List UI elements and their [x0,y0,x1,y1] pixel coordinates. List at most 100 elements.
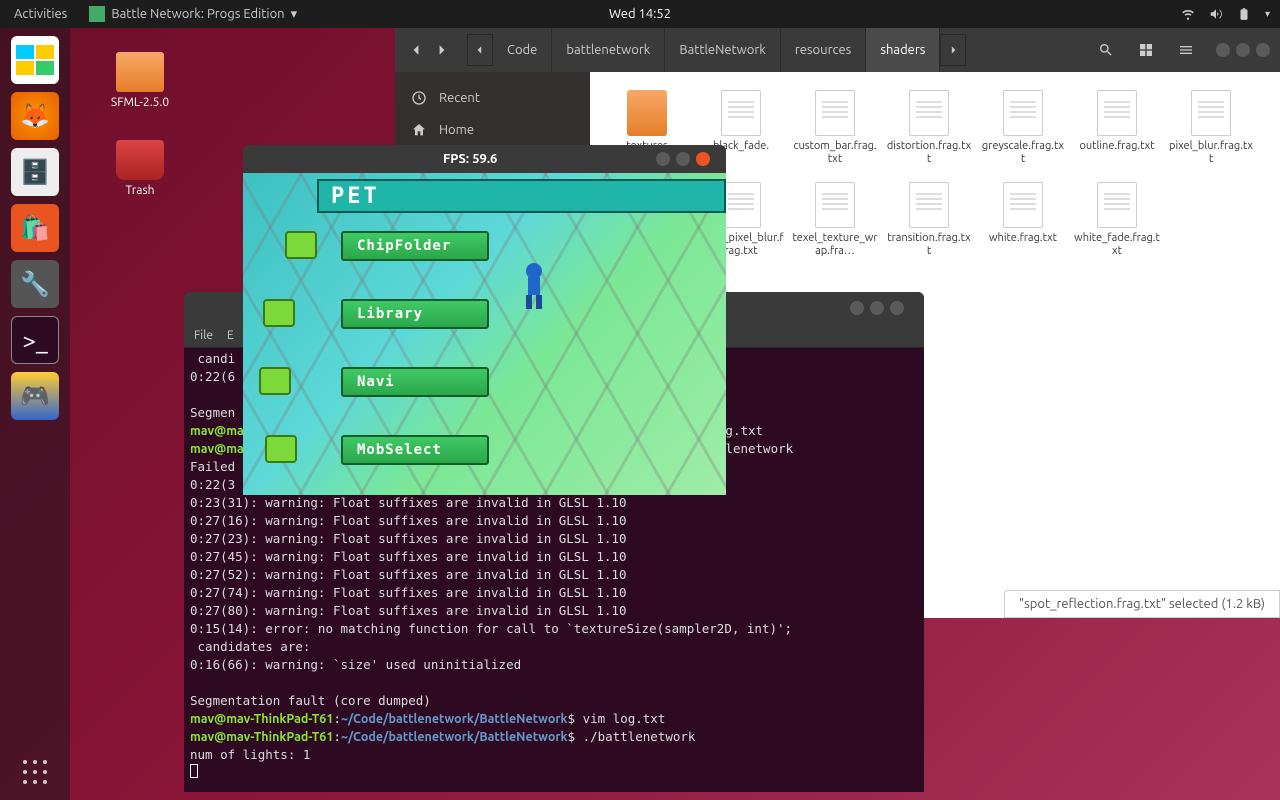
text-file-icon [1097,90,1137,136]
game-menu-navi[interactable]: Navi [341,367,489,397]
game-menu-icon [263,299,295,327]
app-menu[interactable]: Battle Network: Progs Edition ▾ [81,6,305,22]
file-item[interactable]: distortion.frag.txt [882,86,976,178]
desktop-icon-sfml[interactable]: SFML-2.5.0 [95,52,185,109]
file-item[interactable]: white_fade.frag.txt [1070,178,1164,270]
file-label: distortion.frag.txt [886,140,972,166]
game-menu-icon [285,231,317,259]
breadcrumb-segment[interactable]: Code [493,28,552,72]
status-bar: "spot_reflection.frag.txt" selected (1.2… [1004,590,1280,618]
minimize-button[interactable] [1216,43,1230,57]
clock-icon [411,90,427,106]
close-button[interactable] [1256,43,1270,57]
menu-file[interactable]: File [194,329,213,342]
file-label: transition.frag.txt [886,232,972,258]
game-titlebar[interactable]: FPS: 59.6 [243,145,726,173]
window-controls [840,301,914,315]
sidebar-item-home[interactable]: Home [395,114,590,146]
game-menu-library[interactable]: Library [341,299,489,329]
file-label: white.frag.txt [989,232,1057,245]
text-file-icon [721,90,761,136]
file-label: custom_bar.frag.txt [792,140,878,166]
launcher-item-software[interactable]: 🛍️ [11,204,59,252]
sidebar-item-label: Home [439,123,474,137]
file-item[interactable]: transition.frag.txt [882,178,976,270]
maximize-button[interactable] [1236,43,1250,57]
show-applications-button[interactable] [23,760,47,784]
file-item[interactable]: white.frag.txt [976,178,1070,270]
app-icon [89,6,105,22]
search-button[interactable] [1086,34,1126,66]
window-controls [1206,43,1280,57]
launcher-item-game[interactable]: 🎮 [11,372,59,420]
file-label: outline.frag.txt [1079,140,1154,153]
files-headerbar: Code battlenetwork BattleNetwork resourc… [395,28,1280,72]
file-item[interactable]: pixel_blur.frag.txt [1164,86,1258,178]
desktop-icon-label: Trash [95,184,185,197]
file-label: greyscale.frag.txt [980,140,1066,166]
view-toggle-button[interactable] [1126,34,1166,66]
folder-icon [627,90,667,136]
game-window: FPS: 59.6 PET ChipFolder Library Navi Mo… [243,145,726,495]
file-item[interactable]: outline.frag.txt [1070,86,1164,178]
text-file-icon [815,182,855,228]
game-fps-label: FPS: 59.6 [443,152,497,166]
window-controls [646,152,720,166]
text-file-icon [909,182,949,228]
launcher-item-windows[interactable] [11,36,59,84]
file-item[interactable]: texel_texture_wrap.fra… [788,178,882,270]
text-file-icon [1003,182,1043,228]
game-screen-title: PET [317,179,726,213]
sidebar-item-recent[interactable]: Recent [395,82,590,114]
system-tray[interactable]: ▾ [1181,7,1270,21]
close-button[interactable] [890,301,904,315]
game-viewport[interactable]: PET ChipFolder Library Navi MobSelect [243,173,726,495]
trash-icon [116,140,164,180]
text-file-icon [1003,90,1043,136]
launcher-item-settings[interactable]: 🔧 [11,260,59,308]
maximize-button[interactable] [870,301,884,315]
breadcrumb-segment[interactable]: resources [781,28,867,72]
wifi-icon [1181,7,1195,21]
dropdown-caret-icon: ▾ [291,7,298,22]
game-menu-chipfolder[interactable]: ChipFolder [341,231,489,261]
folder-icon [116,52,164,92]
breadcrumb-segment[interactable]: battlenetwork [552,28,665,72]
breadcrumb-segment[interactable]: shaders [866,28,940,72]
desktop-icon-label: SFML-2.5.0 [95,96,185,109]
volume-icon [1209,7,1223,21]
text-file-icon [815,90,855,136]
minimize-button[interactable] [850,301,864,315]
minimize-button[interactable] [656,152,670,166]
file-label: white_fade.frag.txt [1074,232,1160,258]
close-button[interactable] [696,152,710,166]
launcher-item-terminal[interactable]: >_ [11,316,59,364]
desktop-icon-trash[interactable]: Trash [95,140,185,197]
breadcrumb-prev-button[interactable] [467,34,493,66]
activities-button[interactable]: Activities [0,7,81,21]
file-label: pixel_blur.frag.txt [1168,140,1254,166]
battery-icon [1237,7,1251,21]
maximize-button[interactable] [676,152,690,166]
launcher-item-firefox[interactable]: 🦊 [11,92,59,140]
nav-forward-button[interactable] [429,34,455,66]
file-label: texel_texture_wrap.fra… [792,232,878,258]
sidebar-item-label: Recent [439,91,480,105]
menu-edit[interactable]: E [227,329,234,342]
launcher-item-files[interactable]: 🗄️ [11,148,59,196]
nav-back-button[interactable] [403,34,429,66]
file-item[interactable]: greyscale.frag.txt [976,86,1070,178]
text-file-icon [909,90,949,136]
top-panel: Activities Battle Network: Progs Edition… [0,0,1280,28]
breadcrumb-segment[interactable]: BattleNetwork [665,28,781,72]
clock[interactable]: Wed 14:52 [609,7,671,21]
breadcrumb-next-button[interactable] [940,34,966,66]
text-file-icon [1191,90,1231,136]
game-menu-mobselect[interactable]: MobSelect [341,435,489,465]
text-file-icon [721,182,761,228]
launcher-dock: 🦊 🗄️ 🛍️ 🔧 >_ 🎮 [0,28,70,800]
breadcrumb: Code battlenetwork BattleNetwork resourc… [493,28,1086,72]
text-file-icon [1097,182,1137,228]
hamburger-menu-button[interactable] [1166,34,1206,66]
file-item[interactable]: custom_bar.frag.txt [788,86,882,178]
